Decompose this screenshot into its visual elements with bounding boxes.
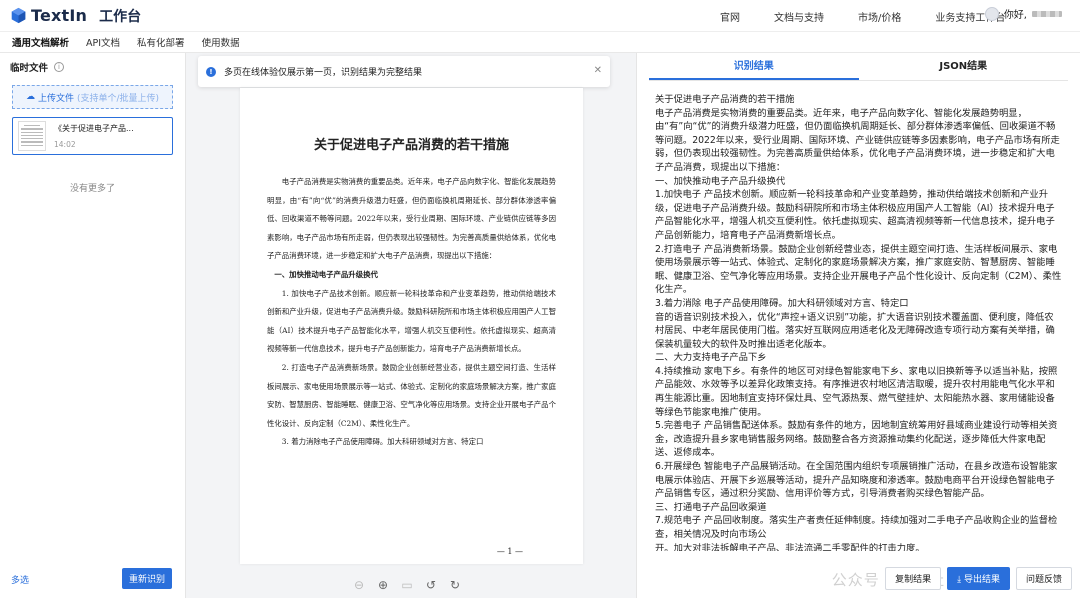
page-number: — 1 — xyxy=(496,547,523,556)
result-line: 音的语音识别技术投入，优化“声控+语义识别”功能，扩大语音识别技术覆盖面、便利度… xyxy=(655,311,1055,350)
info-filled-icon: ! xyxy=(206,66,216,77)
result-text: 关于促进电子产品消费的若干措施电子产品消费是实物消费的重要品类。近年来，电子产品… xyxy=(637,81,1080,551)
tab-json-result[interactable]: JSON结果 xyxy=(859,53,1069,80)
zoom-out-icon[interactable]: ⊖ xyxy=(353,578,365,592)
fit-page-icon[interactable]: ▭ xyxy=(401,578,413,592)
result-line: 2.打造电子 产品消费新场景。鼓励企业创新经营业态，提供主题空间打造、生活样板间… xyxy=(655,243,1062,296)
document-viewer: ! 多页在线体验仅展示第一页，识别结果为完整结果 ✕ 关于促进电子产品消费的若干… xyxy=(186,53,637,598)
document-heading: 一、加快推动电子产品升级换代 xyxy=(274,269,378,279)
viewer-toolbar: ⊖ ⊕ ▭ ↺ ↻ xyxy=(353,578,461,592)
sidebar-title: 临时文件 xyxy=(10,63,49,74)
info-icon[interactable]: i xyxy=(54,62,65,72)
no-more-text: 没有更多了 xyxy=(69,184,115,194)
result-line: 7.规范电子 产品回收制度。落实生产者责任延伸制度。持续加强对二手电子产品收购企… xyxy=(655,515,1058,540)
logo-text: TextIn xyxy=(31,6,88,25)
result-line: 二、大力支持电子产品下乡 xyxy=(655,352,767,364)
result-line: 开。加大对非法拆解电子产品、非法流通二手零配件的打击力度。 xyxy=(655,542,925,551)
result-line: 3.着力消除 电子产品使用障碍。加大科研领域对方言、特定口 xyxy=(655,297,909,309)
result-line: 6.开展绿色 智能电子产品展销活动。在全国范围内组织专项展销推广活动，在县乡改造… xyxy=(655,461,1058,500)
user-menu[interactable]: 你好, xyxy=(984,6,1062,21)
top-bar: TextIn 工作台 官网 文档与支持 市场/价格 业务支持工作台 你好, xyxy=(0,0,1080,32)
nav-market-price[interactable]: 市场/价格 xyxy=(858,9,901,24)
document-title: 关于促进电子产品消费的若干措施 xyxy=(313,138,509,153)
avatar xyxy=(984,6,999,21)
result-tabs: 识别结果 JSON结果 xyxy=(649,53,1068,81)
document-body: 电子产品消费是实物消费的重要品类。近年来，电子产品向数字化、智能化发展趋势明显，… xyxy=(267,173,556,452)
sub-nav: 通用文档解析 API文档 私有化部署 使用数据 xyxy=(0,32,1080,53)
file-thumbnail xyxy=(18,121,46,151)
file-card[interactable]: 《关于促进电子产品... 14:02 xyxy=(12,117,173,155)
rotate-right-icon[interactable]: ↻ xyxy=(449,578,461,592)
rotate-left-icon[interactable]: ↺ xyxy=(425,578,437,592)
upload-cloud-icon: ☁ xyxy=(25,92,35,102)
result-panel: 识别结果 JSON结果 关于促进电子产品消费的若干措施电子产品消费是实物消费的重… xyxy=(637,53,1080,598)
export-result-button[interactable]: ⤓ 导出结果 xyxy=(947,567,1010,590)
document-page: 关于促进电子产品消费的若干措施 电子产品消费是实物消费的重要品类。近年来，电子产… xyxy=(240,88,583,564)
nav-official-site[interactable]: 官网 xyxy=(720,9,740,24)
result-line: 5.完善电子 产品销售配送体系。鼓励有条件的地方，因地制宜统筹用好县域商业建设行… xyxy=(655,420,1058,459)
document-paragraph: 3. 着力消除电子产品使用障碍。加大科研领域对方言、特定口 xyxy=(281,437,484,447)
result-line: 三、打通电子产品回收渠道 xyxy=(655,501,767,513)
file-name: 《关于促进电子产品... xyxy=(54,124,134,133)
result-line: 电子产品消费是实物消费的重要品类。近年来，电子产品向数字化、智能化发展趋势明显，… xyxy=(655,107,1060,173)
tab-usage-data[interactable]: 使用数据 xyxy=(202,35,240,49)
multi-select-link[interactable]: 多选 xyxy=(11,573,29,586)
result-actions: 复制结果 ⤓ 导出结果 问题反馈 xyxy=(885,567,1072,590)
result-line: 4.持续推动 家电下乡。有条件的地区可对绿色智能家电下乡、家电以旧换新等予以适当… xyxy=(655,365,1058,418)
upload-button[interactable]: ☁ 上传文件 (支持单个/批量上传) xyxy=(12,85,173,109)
tab-recognition-result[interactable]: 识别结果 xyxy=(649,53,859,80)
logo-cube-icon xyxy=(11,7,26,24)
copy-result-button[interactable]: 复制结果 xyxy=(885,567,942,590)
file-sidebar: 临时文件 i ☁ 上传文件 (支持单个/批量上传) 《关于促进电子产品... 1… xyxy=(0,53,186,598)
sidebar-header: 临时文件 i xyxy=(0,53,185,81)
result-line: 一、加快推动电子产品升级换代 xyxy=(655,175,786,187)
document-paragraph: 1. 加快电子产品技术创新。顺应新一轮科技革命和产业变革趋势，推动供给端技术创新… xyxy=(267,288,556,354)
file-time: 14:02 xyxy=(54,140,76,149)
result-line: 1.加快电子 产品技术创新。顺应新一轮科技革命和产业变革趋势，推动供给端技术创新… xyxy=(655,189,1055,241)
tab-private-deploy[interactable]: 私有化部署 xyxy=(137,35,185,49)
document-paragraph: 2. 打造电子产品消费新场景。鼓励企业创新经营业态，提供主题空间打造、生活样板间… xyxy=(267,362,556,428)
section-title: 工作台 xyxy=(99,8,142,25)
export-label: 导出结果 xyxy=(963,575,1000,585)
feedback-button[interactable]: 问题反馈 xyxy=(1015,567,1072,590)
close-icon[interactable]: ✕ xyxy=(594,65,602,76)
tab-api-docs[interactable]: API文档 xyxy=(86,35,120,49)
document-paragraph: 电子产品消费是实物消费的重要品类。近年来，电子产品向数字化、智能化发展趋势明显，… xyxy=(267,177,556,261)
nav-docs-support[interactable]: 文档与支持 xyxy=(774,9,824,24)
tab-general-parsing[interactable]: 通用文档解析 xyxy=(12,35,69,49)
zoom-in-icon[interactable]: ⊕ xyxy=(377,578,389,592)
notice-text: 多页在线体验仅展示第一页，识别结果为完整结果 xyxy=(224,68,423,78)
result-line: 关于促进电子产品消费的若干措施 xyxy=(655,94,795,105)
redacted-username xyxy=(1032,10,1062,17)
user-greeting: 你好, xyxy=(1003,10,1027,21)
upload-hint: (支持单个/批量上传) xyxy=(76,93,160,104)
notice-banner: ! 多页在线体验仅展示第一页，识别结果为完整结果 ✕ xyxy=(198,56,610,87)
logo[interactable]: TextIn xyxy=(10,6,87,25)
upload-label: 上传文件 xyxy=(37,93,74,104)
rerun-button[interactable]: 重新识别 xyxy=(121,568,172,589)
